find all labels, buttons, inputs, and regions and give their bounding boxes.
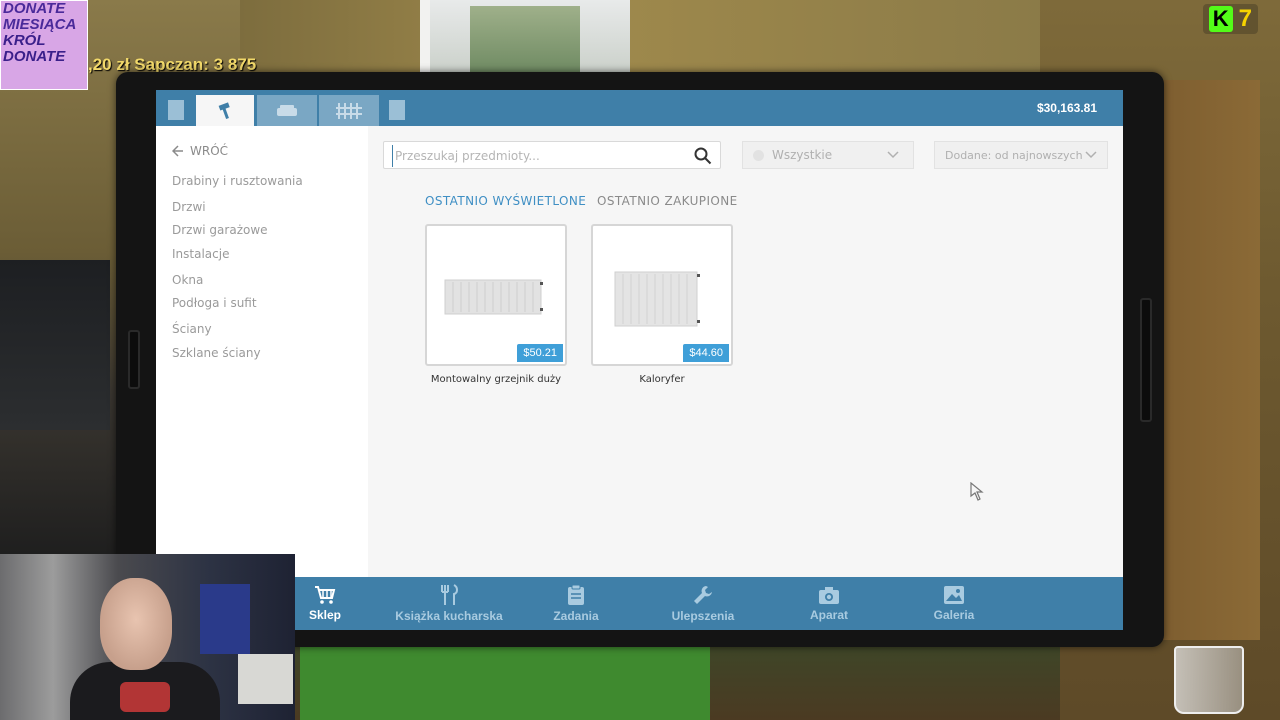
category-item[interactable]: Ściany	[172, 322, 212, 336]
tablet-side-button-left	[128, 330, 140, 389]
nav-camera-label: Aparat	[809, 608, 848, 622]
search-input[interactable]	[392, 145, 687, 167]
item-price: $44.60	[683, 344, 729, 362]
scene-dark-furniture	[0, 260, 110, 430]
item-card[interactable]: $50.21	[425, 224, 567, 366]
category-item[interactable]: Okna	[172, 273, 203, 287]
filter-dot-icon	[753, 149, 764, 161]
shop-main: Wszystkie Dodane: od najnowszych Ostatni…	[368, 126, 1123, 577]
donate-line-3: KRÓL	[3, 32, 46, 49]
category-filter-value: Wszystkie	[772, 148, 833, 162]
category-sidebar: WRÓĆ Drabiny i rusztowania Drzwi Drzwi g…	[156, 126, 368, 577]
search-box	[383, 141, 721, 169]
kick-logo-icon: K	[1208, 6, 1233, 32]
nav-cookbook-label: Książka kucharska	[395, 609, 503, 623]
webcam-shirt-print	[120, 682, 170, 712]
scene-wall-top	[240, 0, 1060, 80]
hammer-icon	[218, 101, 230, 119]
category-item[interactable]: Podłoga i sufit	[172, 296, 257, 310]
donate-line-4: DONATE	[3, 48, 66, 65]
category-item[interactable]: Drzwi	[172, 200, 206, 214]
category-filter-dropdown[interactable]: Wszystkie	[742, 141, 914, 169]
scene-glass	[1174, 646, 1244, 714]
nav-tasks[interactable]: Zadania	[541, 577, 611, 630]
chevron-down-icon	[887, 151, 899, 159]
scene-window-pane	[470, 6, 580, 74]
item-card[interactable]: $44.60	[591, 224, 733, 366]
tab-scroll-left[interactable]	[168, 100, 184, 120]
nav-cookbook[interactable]: Książka kucharska	[384, 577, 514, 630]
nav-tasks-label: Zadania	[553, 609, 599, 623]
tab-recently-viewed[interactable]: Ostatnio wyświetlone	[425, 194, 586, 208]
radiator-large-image	[444, 279, 543, 315]
webcam-feed	[0, 554, 295, 720]
tablet-side-button-right	[1140, 298, 1152, 422]
category-item[interactable]: Instalacje	[172, 247, 229, 261]
nav-upgrades-label: Ulepszenia	[671, 609, 735, 623]
sofa-icon	[277, 104, 297, 116]
donate-line-1: DONATE	[3, 0, 66, 17]
kick-count: 7	[1238, 5, 1252, 32]
webcam-face	[100, 578, 172, 670]
mouse-cursor-icon	[970, 482, 984, 501]
tab-recently-bought[interactable]: Ostatnio zakupione	[597, 194, 738, 208]
scene-green-floor	[300, 640, 710, 720]
wrench-icon	[694, 586, 712, 604]
tab-furniture[interactable]	[257, 95, 317, 126]
nav-gallery[interactable]: Galeria	[919, 577, 989, 630]
donate-line-2: MIESIĄCA	[3, 16, 77, 33]
category-item[interactable]: Drabiny i rusztowania	[172, 174, 303, 188]
bottom-nav: Sklep Książka kucharska Zadania Ulepszen…	[156, 577, 1123, 630]
nav-shop-label: Sklep	[308, 608, 341, 622]
item-price: $50.21	[517, 344, 563, 362]
chevron-down-icon	[1085, 151, 1097, 159]
fence-icon	[336, 102, 362, 119]
shop-topbar: $30,163.81	[156, 90, 1123, 126]
sort-value: Dodane: od najnowszych	[945, 148, 1083, 162]
webcam-shelf	[200, 584, 250, 654]
back-button[interactable]: WRÓĆ	[172, 144, 228, 158]
category-item[interactable]: Szklane ściany	[172, 346, 261, 360]
back-label: WRÓĆ	[190, 144, 229, 158]
item-name: Montowalny grzejnik duży	[430, 374, 562, 385]
camera-icon	[819, 587, 839, 604]
sort-dropdown[interactable]: Dodane: od najnowszych	[934, 141, 1108, 169]
tab-scroll-right[interactable]	[389, 100, 405, 120]
clipboard-icon	[568, 584, 584, 605]
cart-icon	[315, 586, 336, 604]
radiator-image	[614, 271, 700, 327]
search-icon[interactable]	[694, 147, 712, 165]
image-icon	[944, 586, 964, 604]
item-name: Kaloryfer	[639, 374, 685, 385]
account-balance: $30,163.81	[1036, 101, 1097, 115]
nav-gallery-label: Galeria	[933, 608, 975, 622]
donate-badge: DONATE MIESIĄCA KRÓL DONATE	[0, 0, 88, 90]
tablet-screen: $30,163.81 WRÓĆ Drabiny i rusztowania Dr…	[156, 90, 1123, 630]
nav-camera[interactable]: Aparat	[794, 577, 864, 630]
cutlery-icon	[441, 584, 458, 605]
tab-tools[interactable]	[196, 95, 254, 126]
tab-fences[interactable]	[319, 95, 379, 126]
nav-upgrades[interactable]: Ulepszenia	[658, 577, 748, 630]
kick-badge: K 7	[1202, 4, 1258, 34]
category-item[interactable]: Drzwi garażowe	[172, 223, 268, 237]
nav-shop[interactable]: Sklep	[296, 577, 354, 630]
webcam-monitor	[238, 654, 293, 704]
arrow-left-icon	[172, 145, 183, 157]
